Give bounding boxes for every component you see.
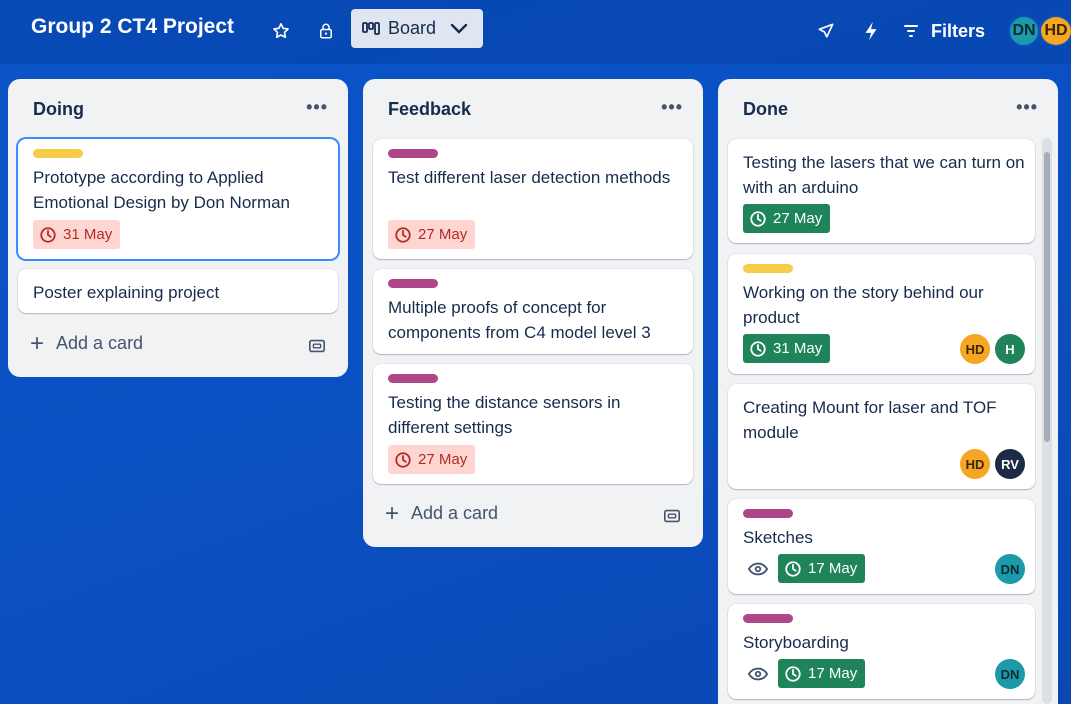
- due-date-text: 17 May: [808, 665, 858, 682]
- star-icon[interactable]: [267, 17, 295, 45]
- view-switcher-label: Board: [388, 18, 437, 38]
- list-title[interactable]: Done: [743, 99, 788, 120]
- clock-icon: [750, 210, 766, 227]
- card-label[interactable]: [388, 374, 438, 383]
- clock-icon: [395, 451, 411, 468]
- card-title: Poster explaining project: [33, 283, 220, 302]
- card[interactable]: Working on the story behind our product …: [728, 254, 1035, 374]
- card[interactable]: Multiple proofs of concept for component…: [373, 269, 693, 354]
- card-member-avatar[interactable]: RV: [995, 449, 1025, 479]
- avatar[interactable]: HD: [1039, 15, 1071, 47]
- card-title: Test different laser detection methods: [388, 168, 671, 187]
- card[interactable]: Prototype according to Applied Emotional…: [18, 139, 338, 259]
- card-title: Working on the story behind our product: [743, 283, 984, 327]
- card-label[interactable]: [388, 279, 438, 288]
- card-title: Storyboarding: [743, 633, 849, 652]
- plus-icon: +: [385, 499, 400, 527]
- due-date-text: 17 May: [808, 560, 858, 577]
- card-label[interactable]: [743, 264, 793, 273]
- due-date-text: 31 May: [773, 340, 823, 357]
- due-date-badge[interactable]: 31 May: [743, 334, 831, 363]
- list-feedback: Feedback ••• Test different laser detect…: [363, 79, 703, 547]
- card[interactable]: Poster explaining project: [18, 269, 338, 313]
- avatar-initials: HD: [1044, 22, 1068, 39]
- due-date-text: 27 May: [418, 226, 468, 243]
- due-date-badge[interactable]: 27 May: [388, 220, 476, 249]
- due-date-text: 27 May: [773, 210, 823, 227]
- list-title[interactable]: Doing: [33, 99, 84, 120]
- card-title: Testing the distance sensors in differen…: [388, 393, 621, 437]
- plus-icon: +: [30, 329, 45, 357]
- chevron-down-icon: [450, 23, 468, 35]
- avatar-initials: DN: [1000, 561, 1020, 577]
- clock-icon: [395, 226, 411, 243]
- add-card-label: Add a card: [56, 333, 144, 353]
- board-header: Group 2 CT4 Project Board Filters DN HD: [0, 0, 1071, 64]
- filters-label: Filters: [931, 20, 986, 41]
- power-ups-icon[interactable]: [812, 17, 840, 45]
- card-label[interactable]: [743, 614, 793, 623]
- card-label[interactable]: [388, 149, 438, 158]
- card[interactable]: Storyboarding 17 May DN: [728, 604, 1035, 699]
- list-scrollbar[interactable]: [1042, 138, 1052, 704]
- card-label[interactable]: [33, 149, 83, 158]
- card-title: Multiple proofs of concept for component…: [388, 298, 651, 342]
- due-date-text: 31 May: [63, 226, 113, 243]
- card[interactable]: Testing the distance sensors in differen…: [373, 364, 693, 484]
- avatar[interactable]: DN: [1008, 15, 1040, 47]
- due-date-badge[interactable]: 17 May: [778, 554, 866, 583]
- card-label[interactable]: [743, 509, 793, 518]
- automation-icon[interactable]: [857, 17, 885, 45]
- avatar-initials: H: [1005, 341, 1015, 357]
- eye-icon: [747, 663, 769, 685]
- add-card-label: Add a card: [411, 503, 499, 523]
- card-member-avatar[interactable]: H: [995, 334, 1025, 364]
- card-template-icon[interactable]: [308, 337, 328, 357]
- card-template-icon[interactable]: [663, 507, 683, 527]
- card[interactable]: Sketches 17 May DN: [728, 499, 1035, 594]
- card-member-avatar[interactable]: HD: [960, 334, 990, 364]
- card-member-avatar[interactable]: DN: [995, 554, 1025, 584]
- due-date-badge[interactable]: 27 May: [743, 204, 831, 233]
- card[interactable]: Test different laser detection methods 2…: [373, 139, 693, 259]
- clock-icon: [785, 560, 801, 577]
- add-card-button[interactable]: + Add a card: [385, 499, 499, 527]
- list-doing: Doing ••• Prototype according to Applied…: [8, 79, 348, 377]
- card-title: Testing the lasers that we can turn on w…: [743, 153, 1025, 197]
- lock-icon[interactable]: [312, 17, 340, 45]
- board-title[interactable]: Group 2 CT4 Project: [31, 15, 234, 39]
- add-card-button[interactable]: + Add a card: [30, 329, 144, 357]
- avatar-initials: HD: [965, 456, 985, 472]
- list-menu-icon[interactable]: •••: [306, 97, 328, 118]
- avatar-initials: RV: [1001, 456, 1019, 472]
- card-title: Sketches: [743, 528, 813, 547]
- board-view-icon: [362, 21, 380, 37]
- clock-icon: [40, 226, 56, 243]
- list-title[interactable]: Feedback: [388, 99, 471, 120]
- card[interactable]: Creating Mount for laser and TOF module …: [728, 384, 1035, 489]
- avatar-initials: DN: [1012, 22, 1036, 39]
- card[interactable]: Testing the lasers that we can turn on w…: [728, 139, 1035, 243]
- card-title: Prototype according to Applied Emotional…: [33, 168, 291, 212]
- avatar-initials: HD: [965, 341, 985, 357]
- view-switcher-button[interactable]: Board: [351, 9, 483, 48]
- list-scrollbar-thumb[interactable]: [1044, 152, 1050, 442]
- card-title: Creating Mount for laser and TOF module: [743, 398, 997, 442]
- clock-icon: [785, 665, 801, 682]
- card-member-avatar[interactable]: HD: [960, 449, 990, 479]
- filters-button[interactable]: Filters: [903, 18, 985, 44]
- clock-icon: [750, 340, 766, 357]
- filter-icon: [903, 24, 919, 38]
- due-date-badge[interactable]: 17 May: [778, 659, 866, 688]
- list-done: Done ••• Testing the lasers that we can …: [718, 79, 1058, 704]
- eye-icon: [747, 558, 769, 580]
- avatar-initials: DN: [1000, 666, 1020, 682]
- due-date-text: 27 May: [418, 451, 468, 468]
- card-member-avatar[interactable]: DN: [995, 659, 1025, 689]
- due-date-badge[interactable]: 31 May: [33, 220, 121, 249]
- due-date-badge[interactable]: 27 May: [388, 445, 476, 474]
- list-menu-icon[interactable]: •••: [1016, 97, 1038, 118]
- list-menu-icon[interactable]: •••: [661, 97, 683, 118]
